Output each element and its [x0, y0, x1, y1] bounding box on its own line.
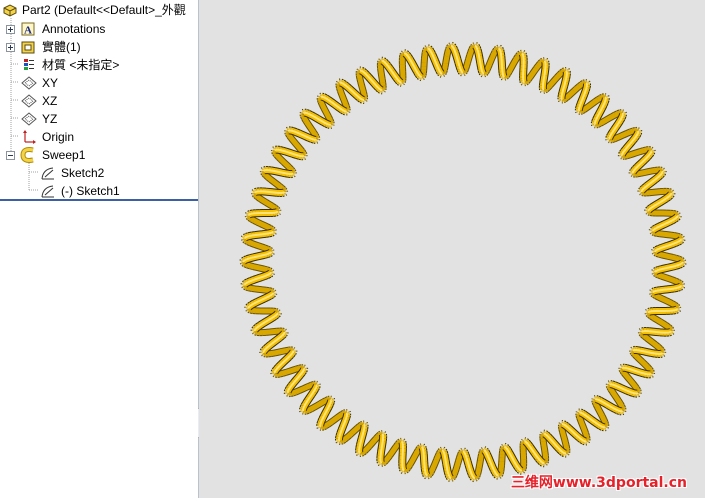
- plane-xy-label: XY: [42, 76, 59, 90]
- origin-icon: [23, 130, 36, 144]
- plane-icon: [21, 112, 37, 126]
- solid-bodies-icon: [21, 41, 35, 54]
- plane-xz-label: XZ: [42, 94, 58, 108]
- rollback-bar[interactable]: [0, 199, 198, 201]
- expand-annotations-button[interactable]: [6, 25, 15, 34]
- material-label: 材質 <未指定>: [42, 58, 120, 72]
- graphics-viewport[interactable]: 三维网www.3dportal.cn: [199, 0, 705, 498]
- watermark-text: 三维网www.3dportal.cn: [510, 475, 687, 491]
- expand-solid-bodies-button[interactable]: [6, 43, 15, 52]
- annotations-icon: A: [21, 22, 35, 37]
- sketch1-label: (-) Sketch1: [61, 184, 120, 198]
- sketch2-label: Sketch2: [61, 166, 105, 180]
- sweep1-label: Sweep1: [42, 148, 86, 162]
- sketch-icon: [41, 185, 54, 198]
- material-icon: [24, 59, 34, 70]
- origin-label: Origin: [42, 130, 75, 144]
- plane-icon: [21, 76, 37, 90]
- svg-text:A: A: [24, 25, 32, 37]
- part-icon: [3, 4, 17, 17]
- annotations-label: Annotations: [42, 22, 106, 36]
- helical-spring-ring-model[interactable]: [199, 0, 705, 498]
- collapse-sweep1-button[interactable]: [6, 151, 15, 160]
- feature-manager-tree: Part2 (Default<<Default>_外觀 A Annotation…: [0, 0, 199, 498]
- sweep-icon: [20, 147, 34, 163]
- part-label: Part2 (Default<<Default>_外觀: [22, 3, 186, 17]
- solid-bodies-label: 實體(1): [42, 40, 81, 54]
- plane-yz-label: YZ: [42, 112, 58, 126]
- sketch-icon: [41, 167, 54, 180]
- plane-icon: [21, 94, 37, 108]
